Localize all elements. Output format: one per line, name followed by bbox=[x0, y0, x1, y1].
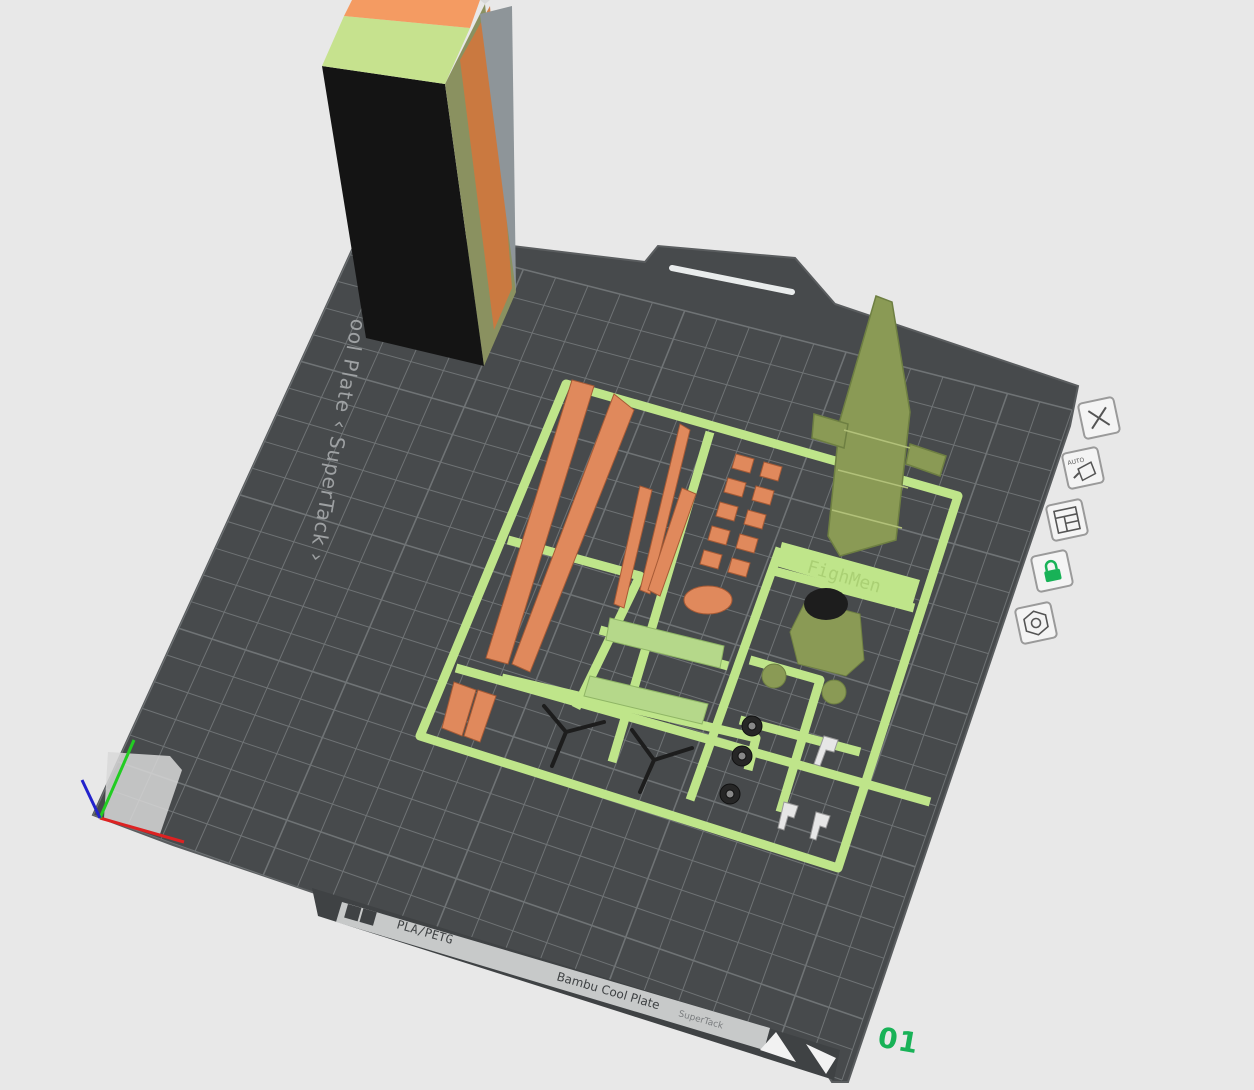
lock-plate-button[interactable] bbox=[1029, 548, 1075, 594]
close-plate-button[interactable] bbox=[1076, 395, 1122, 441]
plate-number[interactable]: 01 bbox=[875, 1021, 921, 1061]
lock-icon bbox=[1044, 559, 1062, 583]
plate-layout-button[interactable] bbox=[1044, 497, 1090, 543]
plate-layout-icon bbox=[1053, 506, 1081, 534]
hex-nut-settings-icon bbox=[1023, 610, 1049, 636]
auto-arrange-label: AUTO bbox=[1067, 457, 1085, 467]
close-x-icon bbox=[1087, 406, 1111, 430]
build-plate-base bbox=[91, 226, 1080, 1083]
3d-viewport[interactable]: ool Plate ‹ SuperTack › PLA/PETG Bambu C… bbox=[0, 0, 1254, 1086]
plate-settings-button[interactable] bbox=[1013, 600, 1059, 646]
build-plate-scene[interactable]: ool Plate ‹ SuperTack › PLA/PETG Bambu C… bbox=[0, 0, 1254, 1086]
auto-arrange-icon: AUTO bbox=[1067, 457, 1097, 482]
auto-arrange-button[interactable]: AUTO bbox=[1060, 445, 1106, 491]
